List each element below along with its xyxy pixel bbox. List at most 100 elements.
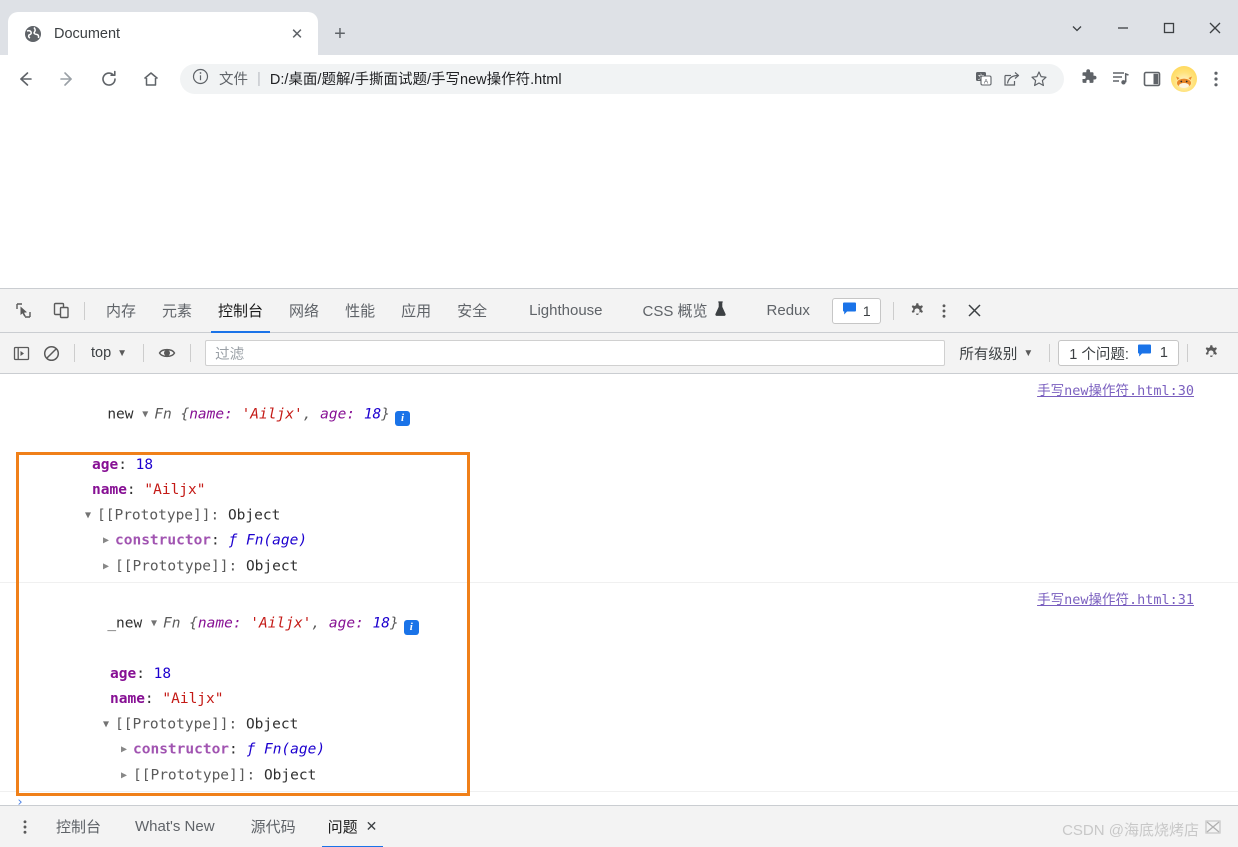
chevron-down-icon: ▼ <box>117 347 128 359</box>
preview-close: } <box>390 615 399 632</box>
tab-network[interactable]: 网络 <box>276 289 332 333</box>
expand-caret-icon[interactable]: ▼ <box>151 611 163 636</box>
tab-label: 内存 <box>106 303 137 320</box>
prop-sep: : <box>211 532 220 549</box>
maximize-icon[interactable] <box>1146 8 1192 48</box>
extensions-puzzle-icon[interactable] <box>1072 62 1104 96</box>
prop-value: Object <box>263 767 317 783</box>
preview-value-2: 18 <box>363 406 382 423</box>
device-toolbar-icon[interactable] <box>46 297 76 325</box>
message-count: 1 <box>862 302 871 319</box>
prop-sep: : <box>144 690 154 707</box>
clear-console-icon[interactable] <box>36 340 66 367</box>
drawer-tab-console[interactable]: 控制台 <box>40 806 117 847</box>
info-badge-icon[interactable]: i <box>395 410 411 426</box>
prototype-child-constructor[interactable]: ▶ constructor: ƒ Fn(age) <box>0 737 1238 763</box>
expand-caret-icon[interactable]: ▶ <box>103 528 115 553</box>
execution-context-selector[interactable]: top ▼ <box>83 340 135 366</box>
prop-value: Object <box>245 558 299 574</box>
tab-performance[interactable]: 性能 <box>332 289 388 333</box>
console-prompt[interactable]: › <box>0 792 1238 805</box>
close-icon[interactable] <box>960 297 990 325</box>
prop-sep: : <box>136 665 145 682</box>
tab-lighthouse[interactable]: Lighthouse <box>507 289 624 333</box>
side-panel-icon[interactable] <box>1136 62 1168 96</box>
source-link[interactable]: 手写new操作符.html:31 <box>1037 588 1194 608</box>
console-entry-_new[interactable]: 手写new操作符.html:31 _new ▼ Fn {name: 'Ailjx'… <box>0 583 1238 792</box>
console-entry-new[interactable]: 手写new操作符.html:30 new ▼ Fn {name: 'Ailjx',… <box>0 374 1238 583</box>
live-expression-eye-icon[interactable] <box>152 340 182 367</box>
flask-icon <box>714 301 727 320</box>
gear-icon[interactable] <box>1196 340 1226 367</box>
close-icon[interactable] <box>1192 8 1238 48</box>
preview-key-2: age: <box>328 615 364 632</box>
bookmark-star-icon[interactable] <box>1026 66 1052 92</box>
drawer-tab-label: 问题 <box>327 819 358 836</box>
new-tab-button[interactable]: + <box>326 20 354 48</box>
expand-caret-icon[interactable]: ▼ <box>142 402 154 427</box>
tab-close-icon[interactable]: ✕ <box>286 23 308 45</box>
prototype-child-prototype[interactable]: ▶ [[Prototype]]: Object <box>0 763 1238 789</box>
filter-input[interactable]: 过滤 <box>205 340 946 366</box>
expand-caret-icon[interactable]: ▶ <box>103 554 115 579</box>
prototype-label: [[Prototype]]: <box>115 716 238 732</box>
address-bar[interactable]: 文件 | D:/桌面/题解/手撕面试题/手写new操作符.html 文A <box>180 63 1064 94</box>
tab-label: Redux <box>766 302 810 319</box>
more-vertical-icon[interactable] <box>932 297 956 325</box>
info-circle-icon[interactable] <box>192 68 210 90</box>
back-icon[interactable] <box>8 62 42 96</box>
drawer-tab-issues[interactable]: 问题 ✕ <box>314 806 392 847</box>
tab-redux[interactable]: Redux <box>745 289 832 333</box>
prototype-child-constructor[interactable]: ▶ constructor: ƒ Fn(age) <box>0 528 1238 554</box>
info-badge-icon[interactable]: i <box>403 619 419 635</box>
media-control-icon[interactable] <box>1104 62 1136 96</box>
chevron-down-icon[interactable] <box>1054 8 1100 48</box>
translate-icon[interactable]: 文A <box>970 66 996 92</box>
minimize-icon[interactable] <box>1100 8 1146 48</box>
issues-message-icon <box>1137 344 1152 362</box>
preview-close: } <box>381 406 391 423</box>
tab-css-overview[interactable]: CSS 概览 <box>625 289 745 333</box>
forward-icon[interactable] <box>50 62 84 96</box>
console-sidebar-icon[interactable] <box>6 340 36 367</box>
profile-avatar[interactable] <box>1168 62 1200 96</box>
tab-console[interactable]: 控制台 <box>205 289 276 333</box>
prototype-row[interactable]: ▼ [[Prototype]]: Object <box>0 712 1238 738</box>
preview-open: { <box>189 615 198 632</box>
close-icon[interactable]: ✕ <box>366 818 378 835</box>
prop-key: [[Prototype]]: <box>133 767 256 783</box>
tab-memory[interactable]: 内存 <box>93 289 149 333</box>
message-count-badge[interactable]: 1 <box>831 297 881 324</box>
expand-caret-icon[interactable]: ▼ <box>103 712 115 737</box>
browser-tab[interactable]: Document ✕ <box>8 12 318 55</box>
prop-value: 18 <box>153 665 172 682</box>
chrome-menu-icon[interactable] <box>1200 62 1232 96</box>
issues-button[interactable]: 1 个问题: 1 <box>1058 340 1179 366</box>
inspect-element-icon[interactable] <box>8 297 38 325</box>
log-level-selector[interactable]: 所有级别 ▼ <box>951 340 1041 366</box>
source-link[interactable]: 手写new操作符.html:30 <box>1037 379 1194 399</box>
console-output[interactable]: 手写new操作符.html:30 new ▼ Fn {name: 'Ailjx',… <box>0 374 1238 805</box>
preview-key-1: name: <box>189 406 233 423</box>
prototype-child-prototype[interactable]: ▶ [[Prototype]]: Object <box>0 554 1238 580</box>
drawer-tab-sources[interactable]: 源代码 <box>233 806 314 847</box>
home-icon[interactable] <box>134 62 168 96</box>
expand-caret-icon[interactable]: ▼ <box>85 503 97 528</box>
prototype-row[interactable]: ▼ [[Prototype]]: Object <box>0 503 1238 529</box>
expand-caret-icon[interactable]: ▶ <box>121 737 133 762</box>
page-viewport <box>0 102 1238 288</box>
share-icon[interactable] <box>998 66 1024 92</box>
more-vertical-icon[interactable] <box>10 812 40 842</box>
gear-icon[interactable] <box>902 297 932 325</box>
divider <box>190 344 192 362</box>
prop-sep: : <box>126 481 136 498</box>
drawer-tab-whats-new[interactable]: What's New <box>117 806 233 847</box>
prototype-label: [[Prototype]]: <box>97 507 220 523</box>
divider <box>84 301 85 320</box>
tab-elements[interactable]: 元素 <box>149 289 205 333</box>
tab-security[interactable]: 安全 <box>444 289 507 333</box>
tab-label: 安全 <box>457 303 488 320</box>
expand-caret-icon[interactable]: ▶ <box>121 763 133 788</box>
reload-icon[interactable] <box>92 62 126 96</box>
tab-application[interactable]: 应用 <box>388 289 444 333</box>
